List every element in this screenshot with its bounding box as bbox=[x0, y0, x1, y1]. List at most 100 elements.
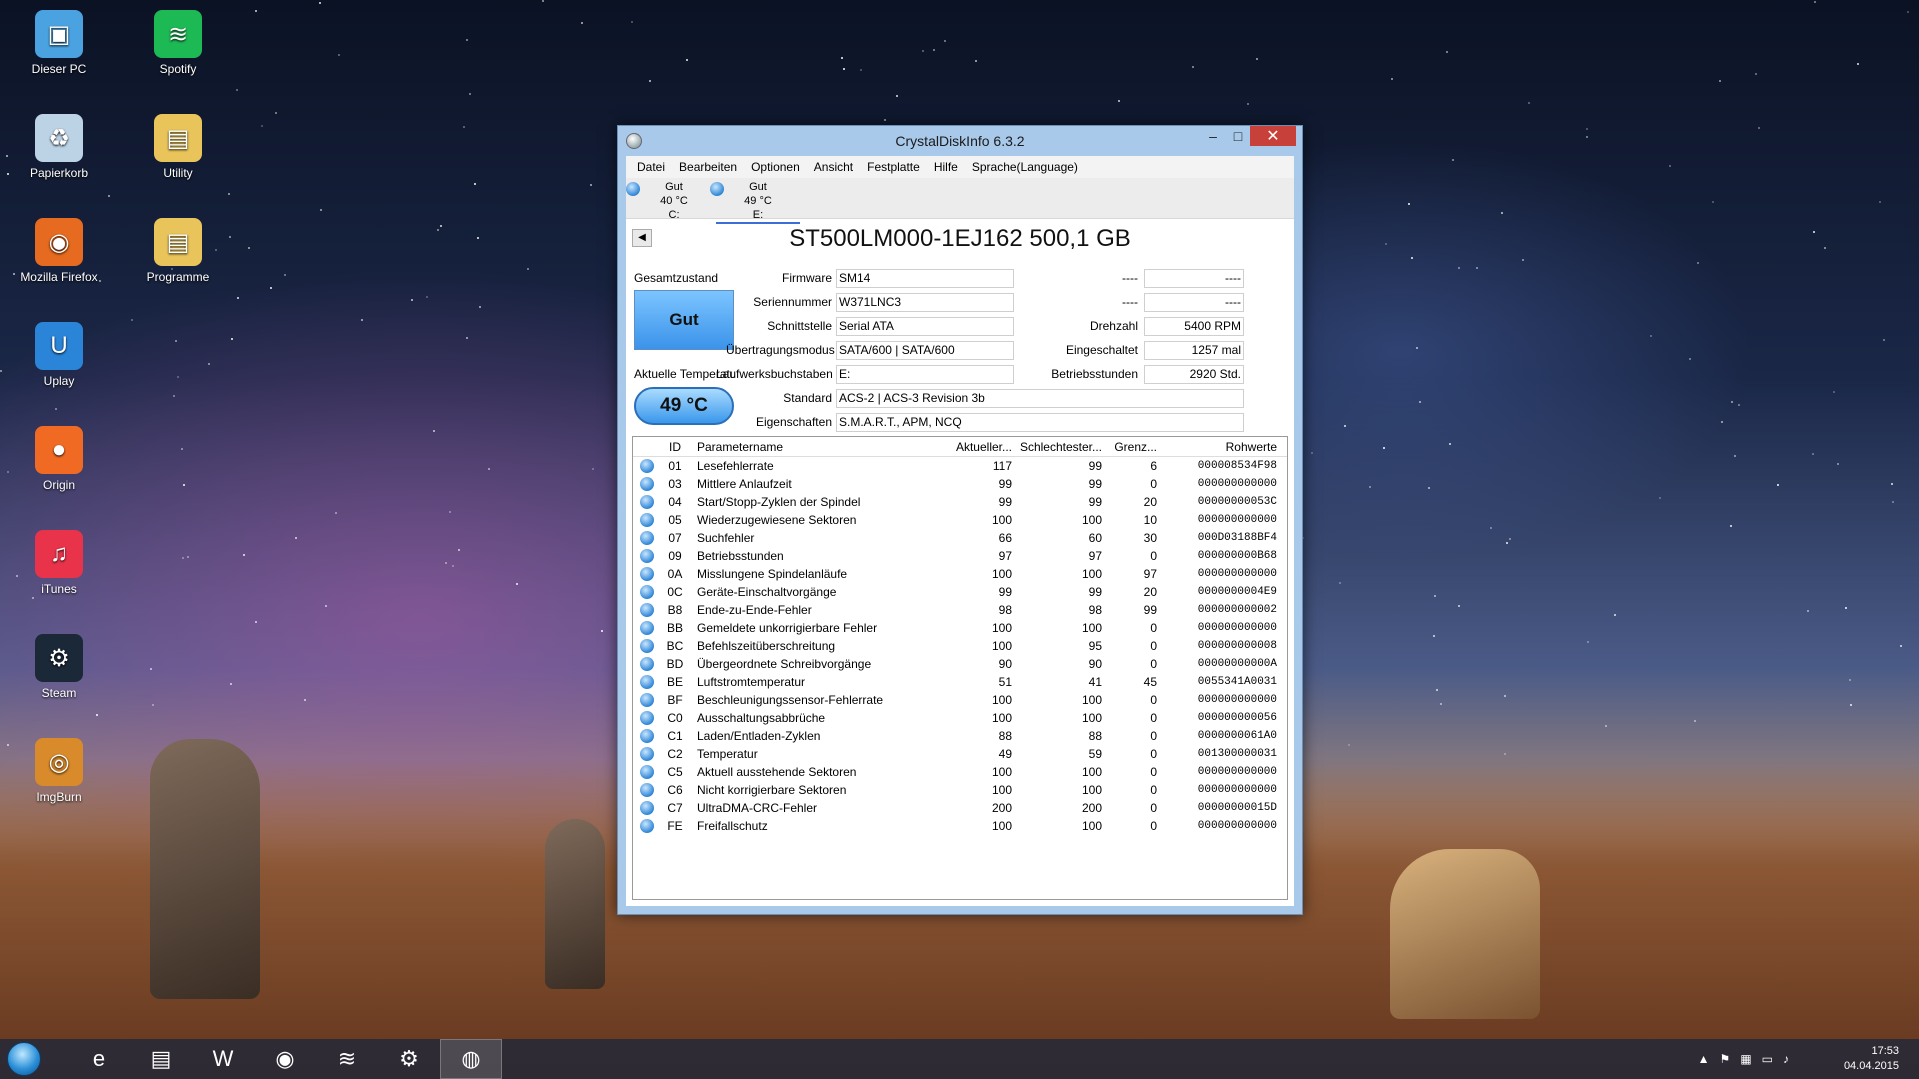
table-row[interactable]: 05 Wiederzugewiesene Sektoren 100 100 10 0000… bbox=[633, 511, 1287, 529]
table-row[interactable]: C0 Ausschaltungsabbrüche 100 100 0 0000000000… bbox=[633, 709, 1287, 727]
desktop-icon[interactable]: ♻ Papierkorb bbox=[14, 114, 104, 180]
star bbox=[1391, 78, 1393, 80]
table-row[interactable]: 04 Start/Stopp-Zyklen der Spindel 99 99 20 00… bbox=[633, 493, 1287, 511]
desktop-icon-label: iTunes bbox=[41, 582, 77, 596]
display-icon[interactable]: ▭ bbox=[1762, 1052, 1773, 1066]
table-row[interactable]: BE Luftstromtemperatur 51 41 45 0055341A0031 bbox=[633, 673, 1287, 691]
attribute-name: Geräte-Einschaltvorgänge bbox=[697, 585, 837, 599]
desktop-icon[interactable]: U Uplay bbox=[14, 322, 104, 388]
spotify-icon[interactable]: ≋ bbox=[316, 1039, 378, 1079]
attribute-id: BE bbox=[666, 675, 683, 689]
star bbox=[1528, 102, 1530, 104]
smart-attributes-table[interactable]: ID Parametername Aktueller... Schlechtes… bbox=[632, 436, 1288, 900]
title-bar[interactable]: CrystalDiskInfo 6.3.2 – □ ✕ bbox=[618, 126, 1302, 156]
table-row[interactable]: 0C Geräte-Einschaltvorgänge 99 99 20 00000000… bbox=[633, 583, 1287, 601]
desktop-icon[interactable]: ◎ ImgBurn bbox=[14, 738, 104, 804]
table-row[interactable]: 0A Misslungene Spindelanläufe 100 100 97 0000… bbox=[633, 565, 1287, 583]
star bbox=[1247, 103, 1249, 105]
table-row[interactable]: 09 Betriebsstunden 97 97 0 000000000B68 bbox=[633, 547, 1287, 565]
volume-icon[interactable]: ♪ bbox=[1783, 1052, 1789, 1066]
attribute-worst: 90 bbox=[1088, 657, 1102, 671]
menu-hilfe[interactable]: Hilfe bbox=[927, 160, 965, 174]
menu-optionen[interactable]: Optionen bbox=[744, 160, 807, 174]
firmware-label: Firmware bbox=[782, 271, 832, 285]
clock[interactable]: 17:53 04.04.2015 bbox=[1844, 1044, 1899, 1074]
desktop-icon[interactable]: ◉ Mozilla Firefox bbox=[14, 218, 104, 284]
menu-bearbeiten[interactable]: Bearbeiten bbox=[672, 160, 744, 174]
network-icon[interactable]: ▦ bbox=[1740, 1052, 1751, 1066]
star bbox=[477, 237, 479, 239]
temperature-button[interactable]: 49 °C bbox=[634, 387, 734, 425]
desktop-icon[interactable]: ● Origin bbox=[14, 426, 104, 492]
star bbox=[516, 583, 518, 585]
table-row[interactable]: C2 Temperatur 49 59 0 001300000031 bbox=[633, 745, 1287, 763]
table-row[interactable]: C7 UltraDMA-CRC-Fehler 200 200 0 00000000015D bbox=[633, 799, 1287, 817]
desktop-icon[interactable]: ▣ Dieser PC bbox=[14, 10, 104, 76]
minimize-button[interactable]: – bbox=[1200, 126, 1226, 146]
file-explorer-icon[interactable]: ▤ bbox=[130, 1039, 192, 1079]
star bbox=[1883, 339, 1885, 341]
rpm-value: 5400 RPM bbox=[1144, 317, 1244, 336]
crystaldiskinfo-icon[interactable]: ◍ bbox=[440, 1039, 502, 1079]
menu-sprache[interactable]: Sprache(Language) bbox=[965, 160, 1085, 174]
rock-pillar bbox=[150, 739, 260, 999]
desktop-icon[interactable]: ⚙ Steam bbox=[14, 634, 104, 700]
header-current[interactable]: Aktueller... bbox=[944, 440, 1016, 454]
close-button[interactable]: ✕ bbox=[1250, 126, 1296, 146]
maximize-button[interactable]: □ bbox=[1226, 126, 1250, 146]
attribute-current: 100 bbox=[991, 567, 1012, 581]
header-threshold[interactable]: Grenz... bbox=[1106, 440, 1161, 454]
desktop-icon[interactable]: ♫ iTunes bbox=[14, 530, 104, 596]
table-row[interactable]: 07 Suchfehler 66 60 30 000D03188BF4 bbox=[633, 529, 1287, 547]
attribute-threshold: 20 bbox=[1143, 585, 1157, 599]
health-status-button[interactable]: Gut bbox=[634, 290, 734, 350]
table-row[interactable]: BD Übergeordnete Schreibvorgänge 90 90 0 0000… bbox=[633, 655, 1287, 673]
disk-tab-c[interactable]: Gut 40 °C C: bbox=[626, 180, 716, 222]
word-icon[interactable]: W bbox=[192, 1039, 254, 1079]
clock-time: 17:53 bbox=[1871, 1045, 1899, 1057]
health-status-dot-icon bbox=[626, 182, 640, 196]
internet-explorer-icon[interactable]: e bbox=[68, 1039, 130, 1079]
star bbox=[1734, 455, 1736, 457]
desktop-icon[interactable]: ▤ Utility bbox=[133, 114, 223, 180]
star bbox=[933, 49, 935, 51]
table-row[interactable]: BF Beschleunigungssensor-Fehlerrate 100 100… bbox=[633, 691, 1287, 709]
attribute-id: 05 bbox=[668, 513, 682, 527]
table-row[interactable]: C6 Nicht korrigierbare Sektoren 100 100 0 000… bbox=[633, 781, 1287, 799]
table-row[interactable]: B8 Ende-zu-Ende-Fehler 98 98 99 000000000002 bbox=[633, 601, 1287, 619]
firefox-icon[interactable]: ◉ bbox=[254, 1039, 316, 1079]
table-row[interactable]: C5 Aktuell ausstehende Sektoren 100 100 0 000… bbox=[633, 763, 1287, 781]
star bbox=[1614, 614, 1616, 616]
star bbox=[1369, 486, 1371, 488]
attribute-name: Beschleunigungssensor-Fehlerrate bbox=[697, 693, 884, 707]
attribute-worst: 100 bbox=[1081, 567, 1102, 581]
table-row[interactable]: BB Gemeldete unkorrigierbare Fehler 100 100… bbox=[633, 619, 1287, 637]
star bbox=[590, 184, 592, 186]
menu-festplatte[interactable]: Festplatte bbox=[860, 160, 927, 174]
start-button[interactable] bbox=[0, 1039, 48, 1079]
table-row[interactable]: C1 Laden/Entladen-Zyklen 88 88 0 0000000061A0 bbox=[633, 727, 1287, 745]
tray-expand-icon[interactable]: ▲ bbox=[1698, 1052, 1710, 1066]
steam-icon[interactable]: ⚙ bbox=[378, 1039, 440, 1079]
table-row[interactable]: 03 Mittlere Anlaufzeit 99 99 0 000000000000 bbox=[633, 475, 1287, 493]
attribute-raw: 000000000056 bbox=[1197, 712, 1277, 724]
disk-model-title: ST500LM000-1EJ162 500,1 GB bbox=[789, 225, 1131, 252]
attribute-threshold: 0 bbox=[1150, 783, 1157, 797]
attribute-name: Nicht korrigierbare Sektoren bbox=[697, 783, 847, 797]
desktop-icon[interactable]: ≋ Spotify bbox=[133, 10, 223, 76]
attribute-threshold: 0 bbox=[1150, 639, 1157, 653]
desktop-icon[interactable]: ▤ Programme bbox=[133, 218, 223, 284]
header-raw[interactable]: Rohwerte bbox=[1161, 440, 1283, 454]
menu-ansicht[interactable]: Ansicht bbox=[807, 160, 860, 174]
star bbox=[1738, 404, 1740, 406]
flag-icon[interactable]: ⚑ bbox=[1720, 1052, 1731, 1066]
table-row[interactable]: 01 Lesefehlerrate 117 99 6 000008534F98 bbox=[633, 457, 1287, 475]
header-id[interactable]: ID bbox=[661, 440, 689, 454]
header-parameter[interactable]: Parametername bbox=[689, 440, 944, 454]
header-worst[interactable]: Schlechtester... bbox=[1016, 440, 1106, 454]
table-row[interactable]: BC Befehlszeitüberschreitung 100 95 0 0000000… bbox=[633, 637, 1287, 655]
menu-datei[interactable]: Datei bbox=[630, 160, 672, 174]
desktop-icon-label: ImgBurn bbox=[36, 790, 82, 804]
disk-tab-e[interactable]: Gut 49 °C E: bbox=[710, 180, 800, 224]
table-row[interactable]: FE Freifallschutz 100 100 0 000000000000 bbox=[633, 817, 1287, 835]
